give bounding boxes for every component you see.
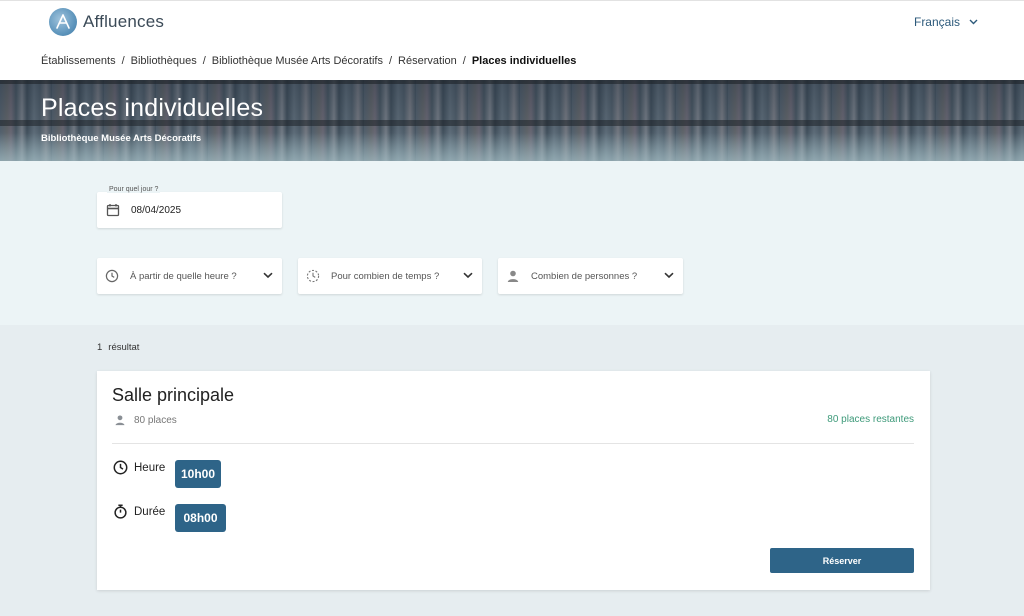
chevron-down-icon [969,19,978,25]
breadcrumb-item-bibliotheque[interactable]: Bibliothèque Musée Arts Décoratifs [212,55,383,67]
breadcrumb-separator: / [462,55,466,67]
start-time-select[interactable]: À partir de quelle heure ? [97,258,282,294]
breadcrumb-separator: / [202,55,206,67]
duration-label: Pour combien de temps ? [331,271,440,282]
search-filters: Pour quel jour ? 08/04/2025 À partir de … [0,161,1024,325]
language-label: Français [913,15,960,29]
time-label: Heure [134,461,166,474]
page-subtitle: Bibliothèque Musée Arts Décoratifs [41,133,202,144]
chevron-down-icon [463,272,473,279]
person-icon [115,415,125,426]
clock-icon [113,460,128,475]
chevron-down-icon [664,272,674,279]
remaining-places: 80 places restantes [827,414,914,425]
breadcrumb: Établissements / Bibliothèques / Bibliot… [41,55,576,67]
room-capacity: 80 places [114,414,177,426]
card-divider [112,443,914,444]
top-navbar: Affluences Français Établissements / Bib… [0,0,1024,80]
logo-text: Affluences [83,12,165,31]
people-count-label: Combien de personnes ? [531,271,638,282]
people-count-select[interactable]: Combien de personnes ? [498,258,683,294]
duration-label: Durée [134,505,166,518]
date-value: 08/04/2025 [131,205,182,216]
breadcrumb-separator: / [121,55,125,67]
breadcrumb-item-reservation[interactable]: Réservation [398,55,457,67]
start-time-label: À partir de quelle heure ? [130,271,237,282]
room-result-card: Salle principale 80 places 80 places res… [97,371,930,590]
date-field-label: Pour quel jour ? [107,186,161,193]
page-hero: Places individuelles Bibliothèque Musée … [0,80,1024,161]
breadcrumb-item-current: Places individuelles [471,55,577,67]
timer-dashed-icon [306,269,320,283]
time-slot-chip[interactable]: 10h00 [175,460,221,488]
affluences-logo[interactable]: Affluences [49,8,164,36]
chevron-down-icon [263,272,273,279]
breadcrumb-separator: / [388,55,393,67]
results-count: 1 résultat [97,342,145,353]
language-selector[interactable]: Français [914,15,978,29]
results-count-number: 1 [97,342,103,353]
date-field[interactable]: Pour quel jour ? 08/04/2025 [97,186,282,228]
logo-icon [49,8,77,36]
hero-shelf-decoration [0,80,1024,84]
duration-select[interactable]: Pour combien de temps ? [298,258,482,294]
time-row: Heure [113,460,165,475]
room-capacity-label: 80 places [134,414,177,426]
duration-chip[interactable]: 08h00 [175,504,226,532]
reserve-button[interactable]: Réserver [770,548,914,573]
stopwatch-icon [114,504,127,519]
duration-row: Durée [113,504,165,519]
room-title: Salle principale [112,385,235,405]
results-count-label: résultat [108,342,140,353]
page-title: Places individuelles [41,94,264,122]
clock-icon [105,269,119,283]
calendar-icon [106,204,120,217]
person-icon [507,270,519,282]
breadcrumb-item-etablissements[interactable]: Établissements [41,55,116,67]
breadcrumb-item-bibliotheques[interactable]: Bibliothèques [131,55,197,67]
